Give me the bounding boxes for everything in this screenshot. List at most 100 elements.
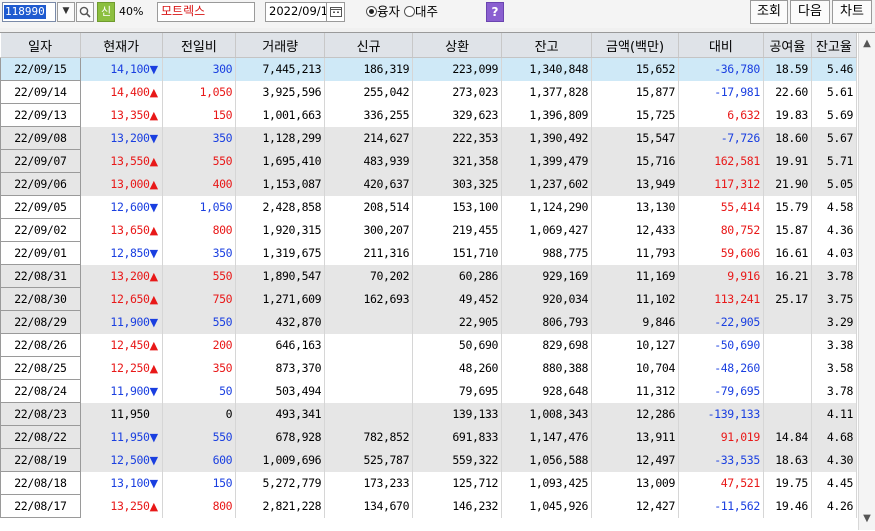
up-arrow-icon: ▲ [149, 178, 158, 191]
column-header[interactable]: 일자 [0, 33, 81, 58]
cell-diff: -48,260 [678, 356, 764, 380]
cell-new: 173,233 [324, 471, 414, 495]
table-row[interactable]: 22/09/07 13,550▲ 550 1,695,410 483,939 321,35… [0, 149, 858, 173]
help-icon[interactable]: ? [486, 2, 504, 22]
column-header[interactable]: 잔고율 [811, 33, 858, 58]
cell-supply-rate: 18.59 [763, 57, 812, 81]
cell-balance-rate: 3.75 [811, 287, 858, 311]
column-header[interactable]: 공여율 [763, 33, 812, 58]
radio-yongja[interactable] [366, 6, 377, 17]
table-row[interactable]: 22/08/23 11,950 0 493,341 139,133 1,008,343 12… [0, 402, 858, 426]
cell-repay: 303,325 [412, 172, 503, 196]
price-value: 11,950 [110, 407, 150, 421]
search-button[interactable]: 조회 [750, 0, 788, 24]
cell-new: 420,637 [324, 172, 414, 196]
search-icon[interactable] [76, 2, 94, 22]
table-row[interactable]: 22/09/15 14,100▼ 300 7,445,213 186,319 223,09… [0, 57, 858, 81]
cell-amount: 10,704 [591, 356, 679, 380]
calendar-icon[interactable] [326, 3, 344, 21]
stock-code-input[interactable]: 118990 [2, 2, 56, 22]
column-header[interactable]: 금액(백만) [591, 33, 679, 58]
cell-balance-rate: 3.29 [811, 310, 858, 334]
cell-amount: 15,652 [591, 57, 679, 81]
cell-price: 13,200▼ [80, 126, 163, 150]
cell-change: 350 [162, 126, 237, 150]
table-row[interactable]: 22/09/14 14,400▲ 1,050 3,925,596 255,042 273,… [0, 80, 858, 104]
radio-daeju[interactable] [404, 6, 415, 17]
vertical-scrollbar[interactable]: ▲ ▼ [858, 33, 875, 530]
table-row[interactable]: 22/08/24 11,900▼ 50 503,494 79,695 928,648 11,… [0, 379, 858, 403]
stock-name-field[interactable]: 모트렉스 [157, 2, 255, 22]
cell-amount: 13,130 [591, 195, 679, 219]
cell-supply-rate: 15.87 [763, 218, 812, 242]
cell-new [324, 356, 414, 380]
cell-date: 22/09/05 [0, 195, 81, 219]
cell-repay: 151,710 [412, 241, 503, 265]
column-header[interactable]: 전일비 [162, 33, 237, 58]
cell-balance-rate: 5.46 [811, 57, 858, 81]
table-row[interactable]: 22/08/25 12,250▲ 350 873,370 48,260 880,388 10… [0, 356, 858, 380]
cell-repay: 329,623 [412, 103, 503, 127]
cell-balance-rate: 5.05 [811, 172, 858, 196]
cell-balance: 1,340,848 [501, 57, 593, 81]
table-row[interactable]: 22/09/01 12,850▼ 350 1,319,675 211,316 151,71… [0, 241, 858, 265]
cell-repay: 139,133 [412, 402, 503, 426]
cell-supply-rate: 18.63 [763, 448, 812, 472]
cell-change: 150 [162, 471, 237, 495]
cell-diff: 55,414 [678, 195, 764, 219]
table-row[interactable]: 22/08/29 11,900▼ 550 432,870 22,905 806,793 9,… [0, 310, 858, 334]
column-header[interactable]: 거래량 [235, 33, 326, 58]
table-row[interactable]: 22/08/30 12,650▲ 750 1,271,609 162,693 49,452… [0, 287, 858, 311]
cell-change: 200 [162, 333, 237, 357]
cell-amount: 13,949 [591, 172, 679, 196]
table-row[interactable]: 22/09/06 13,000▲ 400 1,153,087 420,637 303,32… [0, 172, 858, 196]
chart-button[interactable]: 차트 [832, 0, 872, 24]
code-dropdown-icon[interactable]: ▼ [57, 2, 75, 22]
cell-change: 600 [162, 448, 237, 472]
cell-date: 22/09/08 [0, 126, 81, 150]
table-row[interactable]: 22/08/26 12,450▲ 200 646,163 50,690 829,698 10… [0, 333, 858, 357]
down-arrow-icon: ▼ [149, 385, 158, 398]
table-row[interactable]: 22/08/19 12,500▼ 600 1,009,696 525,787 559,32… [0, 448, 858, 472]
cell-repay: 219,455 [412, 218, 503, 242]
cell-price: 12,650▲ [80, 287, 163, 311]
scroll-down-icon[interactable]: ▼ [859, 511, 875, 527]
scroll-up-icon[interactable]: ▲ [859, 36, 875, 52]
table-row[interactable]: 22/09/13 13,350▲ 150 1,001,663 336,255 329,62… [0, 103, 858, 127]
column-header[interactable]: 현재가 [80, 33, 163, 58]
cell-price: 14,100▼ [80, 57, 163, 81]
table-row[interactable]: 22/08/22 11,950▼ 550 678,928 782,852 691,833 1… [0, 425, 858, 449]
table-row[interactable]: 22/09/08 13,200▼ 350 1,128,299 214,627 222,35… [0, 126, 858, 150]
cell-balance-rate: 4.45 [811, 471, 858, 495]
cell-volume: 5,272,779 [235, 471, 326, 495]
down-arrow-icon: ▼ [149, 201, 158, 214]
radio-daeju-label: 대주 [415, 4, 439, 19]
cell-date: 22/09/07 [0, 149, 81, 173]
price-value: 12,600 [110, 200, 150, 214]
cell-balance: 928,648 [501, 379, 593, 403]
cell-date: 22/08/31 [0, 264, 81, 288]
price-value: 13,250 [110, 499, 150, 513]
cell-repay: 48,260 [412, 356, 503, 380]
down-arrow-icon: ▼ [149, 431, 158, 444]
cell-supply-rate: 19.46 [763, 494, 812, 518]
table-row[interactable]: 22/08/17 13,250▲ 800 2,821,228 134,670 146,23… [0, 494, 858, 518]
cell-price: 13,250▲ [80, 494, 163, 518]
column-header[interactable]: 잔고 [501, 33, 593, 58]
cell-supply-rate: 18.60 [763, 126, 812, 150]
credit-badge[interactable]: 신 [97, 2, 115, 22]
next-button[interactable]: 다음 [790, 0, 830, 24]
table-row[interactable]: 22/08/18 13,100▼ 150 5,272,779 173,233 125,71… [0, 471, 858, 495]
cell-new [324, 402, 414, 426]
cell-volume: 1,001,663 [235, 103, 326, 127]
cell-price: 13,550▲ [80, 149, 163, 173]
column-header[interactable]: 상환 [412, 33, 503, 58]
column-header[interactable]: 대비 [678, 33, 764, 58]
table-row[interactable]: 22/09/02 13,650▲ 800 1,920,315 300,207 219,45… [0, 218, 858, 242]
table-row[interactable]: 22/09/05 12,600▼ 1,050 2,428,858 208,514 153,… [0, 195, 858, 219]
column-header[interactable]: 신규 [324, 33, 414, 58]
up-arrow-icon: ▲ [149, 293, 158, 306]
cell-diff: 59,606 [678, 241, 764, 265]
table-row[interactable]: 22/08/31 13,200▲ 550 1,890,547 70,202 60,286 9… [0, 264, 858, 288]
up-arrow-icon: ▲ [149, 86, 158, 99]
